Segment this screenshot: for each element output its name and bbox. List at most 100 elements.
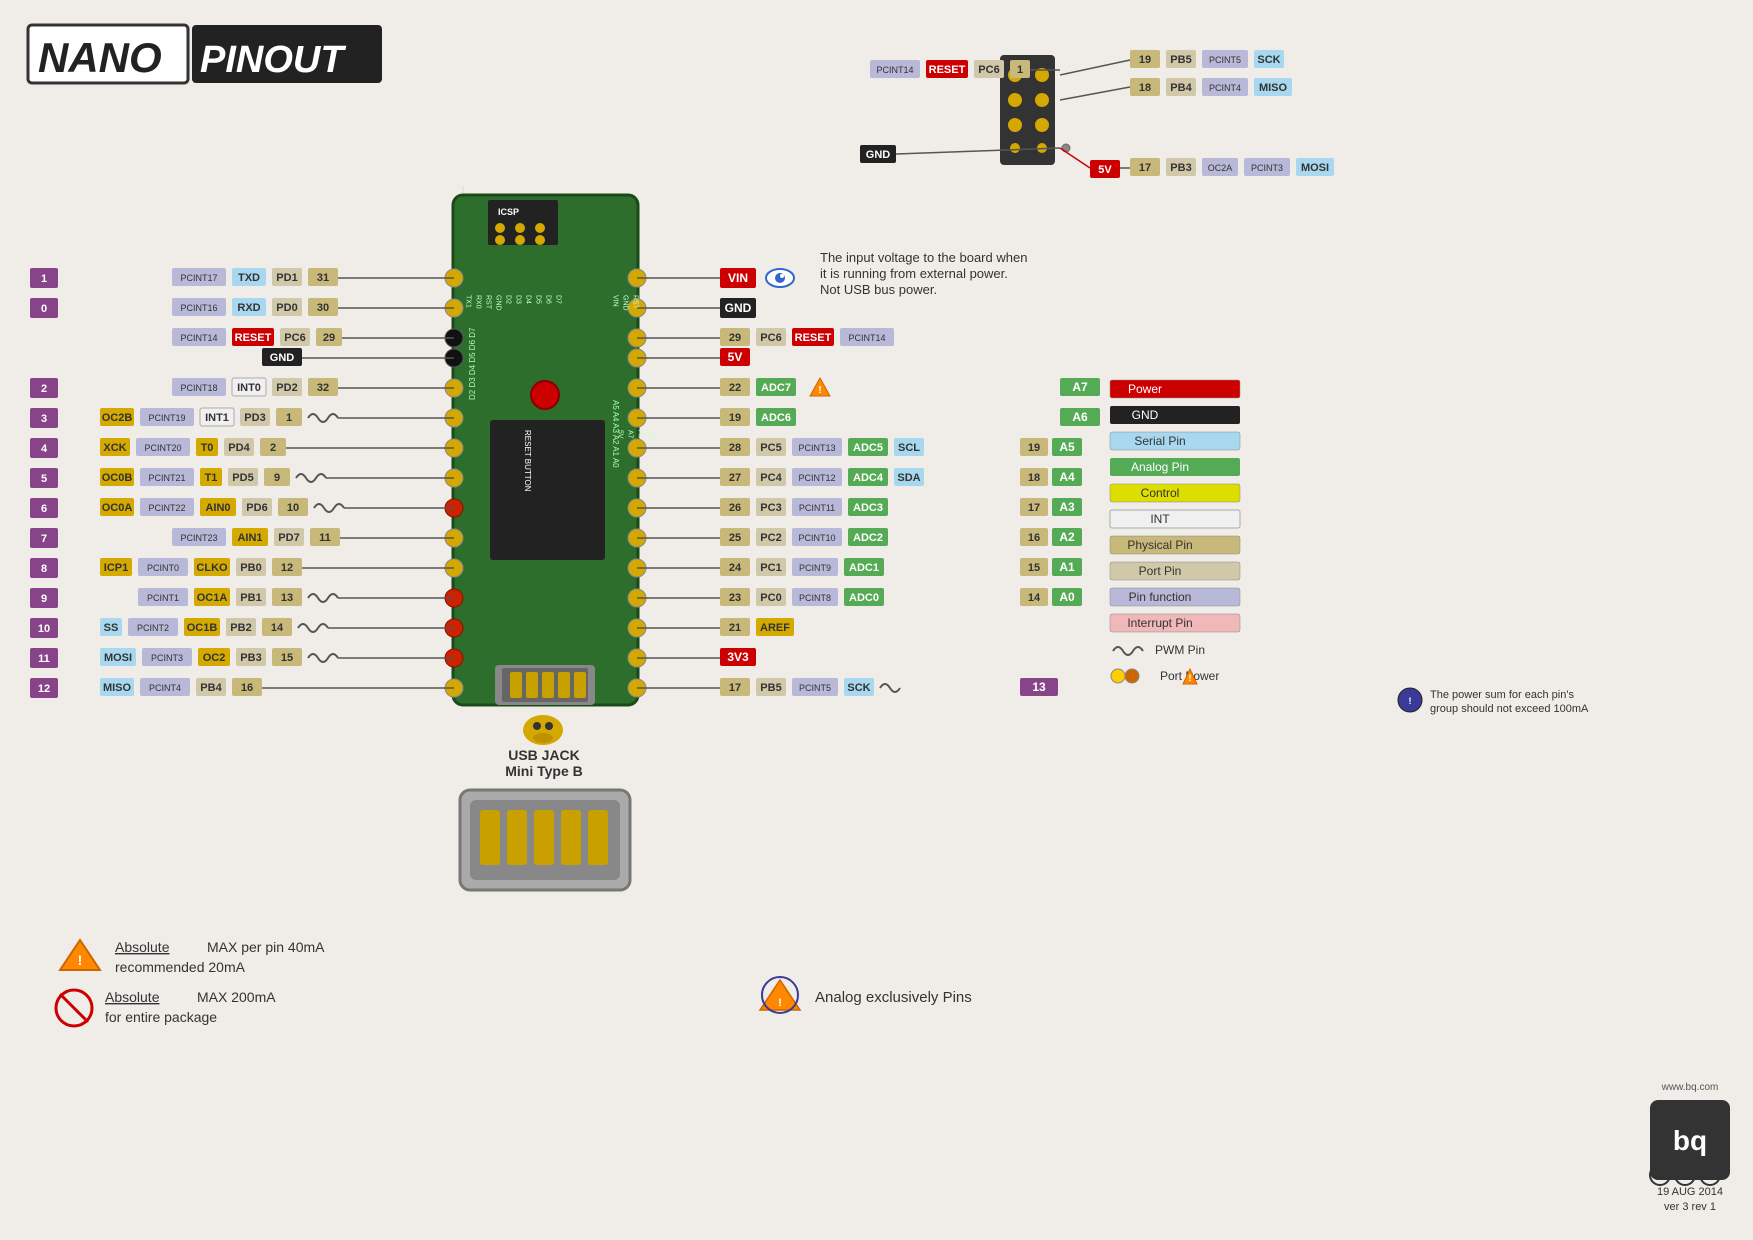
svg-text:MOSI: MOSI [1301,162,1329,174]
svg-text:PB1: PB1 [240,592,261,604]
svg-text:PC5: PC5 [760,442,781,454]
svg-text:D5: D5 [535,295,542,304]
svg-text:8: 8 [41,563,47,575]
svg-text:A3: A3 [1059,500,1075,514]
svg-text:25: 25 [729,532,741,544]
svg-text:PB4: PB4 [1170,82,1192,94]
svg-text:PC3: PC3 [760,502,781,514]
svg-text:NANO: NANO [38,34,162,81]
svg-text:PC2: PC2 [760,532,781,544]
svg-text:PB3: PB3 [1170,162,1191,174]
svg-text:OC0A: OC0A [102,502,133,514]
svg-text:2: 2 [41,383,47,395]
svg-text:19 AUG 2014: 19 AUG 2014 [1657,1186,1723,1198]
svg-text:!: ! [1409,696,1412,706]
svg-text:MISO: MISO [1259,82,1288,94]
svg-text:1: 1 [1017,64,1023,76]
svg-text:○: ○ [1682,1171,1688,1182]
svg-text:15: 15 [1028,562,1040,574]
svg-text:6: 6 [41,503,47,515]
svg-text:D3: D3 [515,295,522,304]
svg-text:OC2B: OC2B [102,412,133,424]
svg-text:28: 28 [729,442,741,454]
svg-text:PCINT5: PCINT5 [1209,55,1241,65]
svg-text:RESET BUTTON: RESET BUTTON [523,430,532,492]
svg-text:MAX per pin 40mA: MAX per pin 40mA [207,939,325,955]
svg-text:16: 16 [241,682,253,694]
svg-text:PC0: PC0 [760,592,781,604]
svg-text:Physical Pin: Physical Pin [1127,538,1192,552]
svg-text:SS: SS [104,622,119,634]
svg-text:OC2: OC2 [203,652,226,664]
svg-text:Mini Type B: Mini Type B [505,763,583,779]
svg-text:OC2A: OC2A [1208,163,1233,173]
svg-text:31: 31 [317,272,329,284]
svg-text:ADC6: ADC6 [761,412,791,424]
svg-text:it is running from external po: it is running from external power. [820,266,1008,281]
svg-text:D4: D4 [525,295,532,304]
svg-text:PC6: PC6 [284,332,305,344]
svg-text:A0: A0 [1059,590,1075,604]
svg-text:Interrupt Pin: Interrupt Pin [1127,616,1192,630]
svg-text:23: 23 [729,592,741,604]
svg-text:0: 0 [41,303,47,315]
svg-text:29: 29 [729,332,741,344]
svg-text:11: 11 [319,532,331,544]
svg-text:SCK: SCK [1257,54,1280,66]
svg-text:PCINT4: PCINT4 [149,683,181,693]
svg-text:RESET: RESET [795,332,832,344]
svg-text:PCINT20: PCINT20 [144,443,181,453]
svg-text:!: ! [1189,673,1192,683]
svg-text:PD0: PD0 [276,302,297,314]
svg-text:Pin function: Pin function [1129,590,1192,604]
svg-text:PCINT14: PCINT14 [180,333,217,343]
svg-text:Analog Pin: Analog Pin [1131,460,1189,474]
svg-text:PCINT22: PCINT22 [148,503,185,513]
svg-text:SDA: SDA [897,472,920,484]
svg-text:group should not exceed 100mA: group should not exceed 100mA [1430,703,1589,715]
svg-text:PCINT0: PCINT0 [147,563,179,573]
svg-text:12: 12 [38,683,50,695]
svg-text:30: 30 [317,302,329,314]
svg-text:ver 3 rev 1: ver 3 rev 1 [1664,1201,1716,1213]
svg-text:1: 1 [41,273,47,285]
svg-text:CLKO: CLKO [196,562,228,574]
svg-text:AIN0: AIN0 [205,502,230,514]
svg-text:XCK: XCK [103,442,126,454]
svg-text:A6: A6 [637,430,644,439]
svg-text:PC1: PC1 [760,562,781,574]
svg-text:TX1: TX1 [465,295,472,308]
svg-text:9: 9 [41,593,47,605]
svg-text:OC0B: OC0B [102,472,133,484]
svg-text:PC6: PC6 [760,332,781,344]
svg-text:ADC2: ADC2 [853,532,883,544]
svg-text:PCINT13: PCINT13 [798,443,835,453]
svg-text:!: ! [778,997,782,1009]
svg-text:19: 19 [729,412,741,424]
svg-text:OC1A: OC1A [197,592,228,604]
svg-text:Not USB bus power.: Not USB bus power. [820,282,937,297]
svg-text:PD1: PD1 [276,272,297,284]
svg-text:A6: A6 [1072,410,1088,424]
svg-text:PB4: PB4 [200,682,222,694]
svg-text:MAX 200mA: MAX 200mA [197,989,276,1005]
svg-text:Power: Power [1128,382,1162,396]
svg-text:7: 7 [41,533,47,545]
svg-text:MOSI: MOSI [104,652,132,664]
svg-text:RX0: RX0 [475,295,482,309]
svg-text:T1: T1 [205,472,218,484]
svg-text:PINOUT: PINOUT [200,39,346,81]
svg-text:12: 12 [281,562,293,574]
svg-text:ADC1: ADC1 [849,562,879,574]
svg-text:GND: GND [725,301,752,315]
svg-text:26: 26 [729,502,741,514]
svg-text:Absolute: Absolute [115,939,170,955]
svg-text:PC6: PC6 [978,64,999,76]
svg-text:PCINT3: PCINT3 [151,653,183,663]
svg-text:PCINT23: PCINT23 [180,533,217,543]
svg-text:14: 14 [271,622,284,634]
svg-text:15: 15 [281,652,293,664]
svg-text:AREF: AREF [760,622,790,634]
svg-text:bq: bq [1673,1125,1707,1156]
svg-text:SCK: SCK [847,682,870,694]
